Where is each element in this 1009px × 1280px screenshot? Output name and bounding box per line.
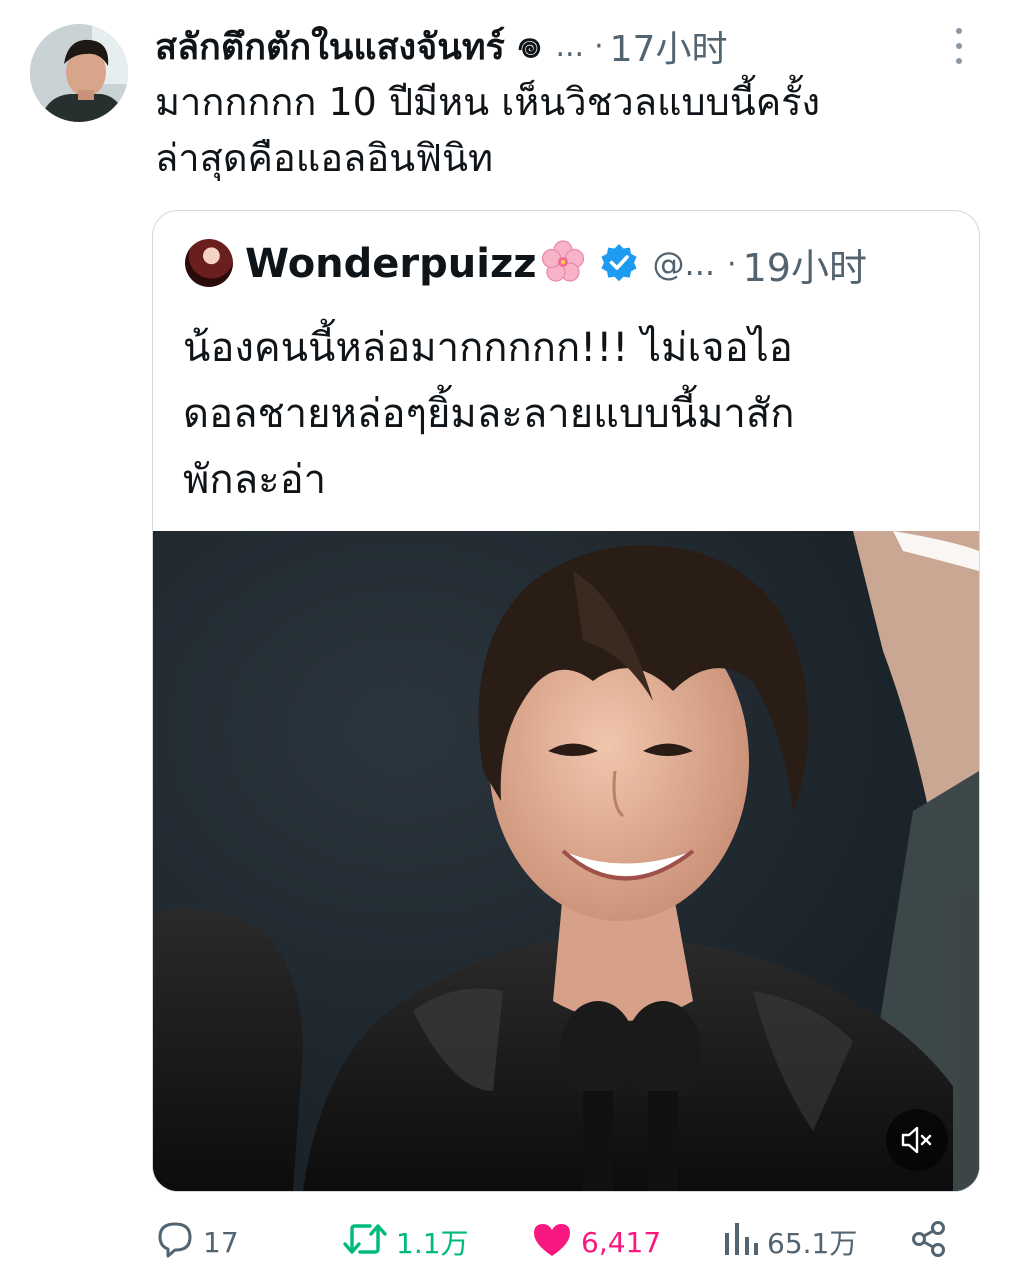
tweet-text-line: มากกกกก 10 ปีมีหน เห็นวิชวลแบบนี้ครั้ง [155, 80, 821, 124]
quote-text-line: พักละอ่า [183, 457, 327, 503]
video-media[interactable] [153, 531, 979, 1191]
mute-icon [900, 1125, 934, 1155]
more-icon[interactable] [948, 28, 970, 64]
reply-count: 17 [203, 1225, 239, 1259]
views-icon [723, 1219, 759, 1266]
retweet-icon [342, 1219, 388, 1266]
display-name[interactable]: สลักตึกตักในแสงจันทร์ 𖦹 [155, 18, 541, 75]
like-icon [531, 1219, 573, 1266]
reply-icon [155, 1219, 195, 1266]
quote-text: น้องคนนี้หล่อมากกกกก!!! ไม่เจอไอ ดอลชายห… [183, 315, 953, 513]
quote-display-name[interactable]: Wonderpuizz [245, 241, 537, 287]
like-button[interactable]: 6,417 [531, 1214, 661, 1270]
avatar[interactable] [30, 24, 128, 122]
quote-avatar[interactable] [185, 239, 233, 287]
views-button[interactable]: 65.1万 [723, 1214, 857, 1270]
mute-button[interactable] [886, 1109, 948, 1171]
retweet-button[interactable]: 1.1万 [342, 1214, 469, 1270]
quote-header: Wonderpuizz @... · 19小时 [245, 235, 965, 293]
tweet: สลักตึกตักในแสงจันทร์ 𖦹 ... · 17小时 มากกก… [0, 0, 1009, 1280]
quote-handle[interactable]: @... [653, 245, 716, 283]
action-bar: 17 1.1万 6,417 65.1万 [155, 1214, 995, 1270]
handle[interactable]: ... [555, 29, 584, 64]
timestamp[interactable]: 17小时 [610, 20, 728, 72]
blossom-icon [541, 240, 585, 288]
quote-timestamp[interactable]: 19小时 [743, 237, 867, 292]
retweet-count: 1.1万 [396, 1227, 469, 1260]
tweet-text: มากกกกก 10 ปีมีหน เห็นวิชวลแบบนี้ครั้ง ล… [155, 74, 975, 186]
separator-dot: · [594, 28, 604, 64]
tweet-header: สลักตึกตักในแสงจันทร์ 𖦹 ... · 17小时 [155, 18, 975, 74]
separator-dot: · [727, 246, 737, 282]
reply-button[interactable]: 17 [155, 1214, 239, 1270]
share-button[interactable] [909, 1214, 949, 1270]
quote-tweet-card[interactable]: Wonderpuizz @... · 19小时 น้องคนนี้หล่อมาก… [152, 210, 980, 1192]
like-count: 6,417 [581, 1225, 662, 1259]
tweet-text-line: ล่าสุดคือแอลอินฟินิท [155, 136, 494, 180]
quote-text-line: น้องคนนี้หล่อมากกกกก!!! ไม่เจอไอ [183, 325, 793, 371]
verified-icon [599, 242, 639, 286]
share-icon [909, 1219, 949, 1266]
quote-text-line: ดอลชายหล่อๆยิ้มละลายแบบนี้มาสัก [183, 391, 795, 437]
views-count: 65.1万 [767, 1227, 858, 1260]
